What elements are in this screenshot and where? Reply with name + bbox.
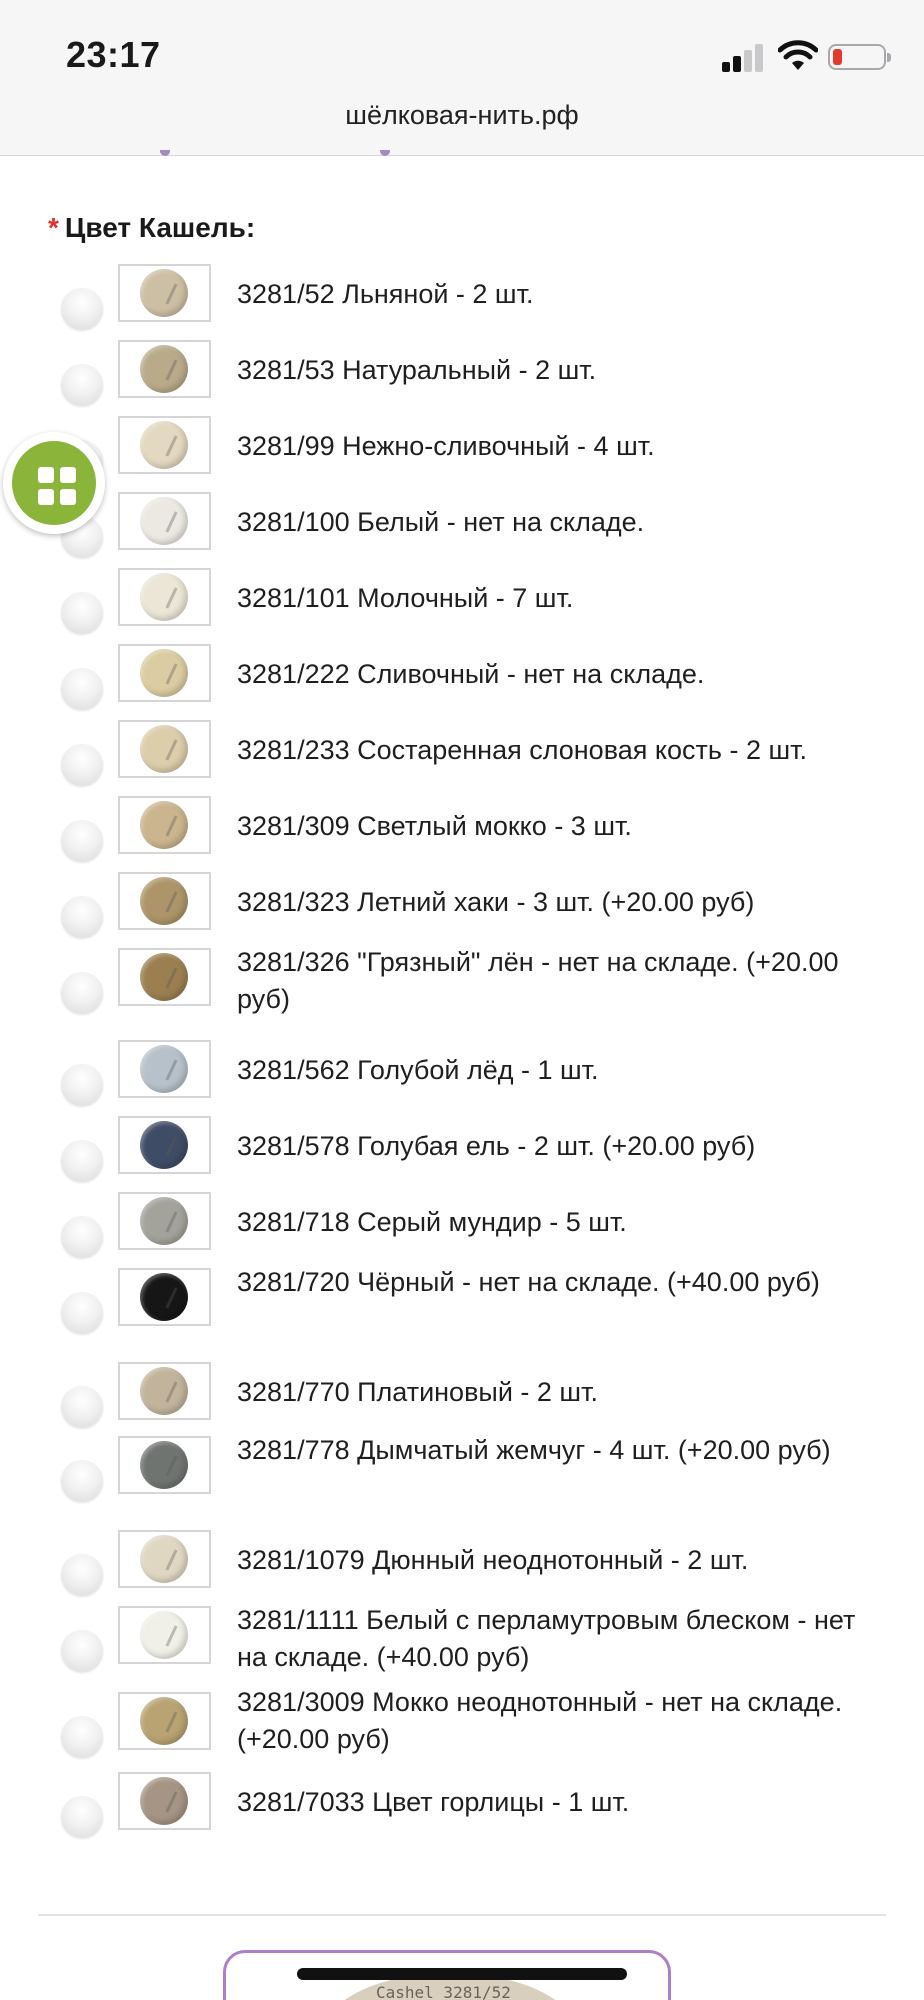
yarn-color-swatch: [140, 1121, 188, 1169]
url-text: шёлковая-нить.рф: [345, 100, 579, 130]
color-option-radio[interactable]: [61, 1554, 103, 1596]
color-option-radio[interactable]: [61, 592, 103, 634]
color-swatch-thumbnail[interactable]: [118, 796, 211, 854]
color-option-label: 3281/1079 Дюнный неоднотонный - 2 шт.: [237, 1545, 749, 1575]
section-divider: [38, 1914, 886, 1916]
color-swatch-thumbnail[interactable]: [118, 644, 211, 702]
yarn-color-swatch: [140, 497, 188, 545]
color-option-radio[interactable]: [61, 1064, 103, 1106]
color-option-label: 3281/233 Состаренная слоновая кость - 2 …: [237, 735, 807, 765]
color-swatch-thumbnail[interactable]: [118, 720, 211, 778]
yarn-color-swatch: [140, 801, 188, 849]
color-option-label: 3281/7033 Цвет горлицы - 1 шт.: [237, 1787, 630, 1817]
yarn-color-swatch: [140, 1045, 188, 1093]
address-bar[interactable]: шёлковая-нить.рф: [0, 100, 924, 156]
color-option-radio[interactable]: [61, 1630, 103, 1672]
yarn-color-swatch: [140, 345, 188, 393]
yarn-color-swatch: [140, 1367, 188, 1415]
yarn-color-swatch: [140, 1197, 188, 1245]
color-option-radio[interactable]: [61, 288, 103, 330]
yarn-color-swatch: [140, 649, 188, 697]
color-swatch-thumbnail[interactable]: [118, 872, 211, 930]
color-swatch-thumbnail[interactable]: [118, 1192, 211, 1250]
yarn-color-swatch: [140, 877, 188, 925]
color-option-label: 3281/1111 Белый с перламутровым блеском …: [237, 1605, 856, 1672]
color-swatch-thumbnail[interactable]: [118, 340, 211, 398]
color-swatch-thumbnail[interactable]: [118, 264, 211, 322]
color-option-label: 3281/718 Серый мундир - 5 шт.: [237, 1207, 627, 1237]
yarn-color-swatch: [140, 573, 188, 621]
status-bar: 23:17: [0, 0, 924, 100]
color-swatch-thumbnail[interactable]: [118, 1268, 211, 1326]
color-option-label: 3281/100 Белый - нет на складе.: [237, 507, 645, 537]
color-option-label: 3281/3009 Мокко неоднотонный - нет на ск…: [237, 1687, 843, 1754]
cellular-signal-icon: [722, 42, 766, 72]
color-option-radio[interactable]: [61, 1386, 103, 1428]
yarn-color-swatch: [140, 1273, 188, 1321]
color-option-label: 3281/52 Льняной - 2 шт.: [237, 279, 534, 309]
floating-menu-button[interactable]: [3, 432, 105, 534]
color-swatch-thumbnail[interactable]: [118, 1692, 211, 1750]
color-option-radio[interactable]: [61, 1140, 103, 1182]
color-option-label: 3281/326 "Грязный" лён - нет на складе. …: [237, 947, 839, 1014]
yarn-color-swatch: [140, 1777, 188, 1825]
color-swatch-thumbnail[interactable]: [118, 1040, 211, 1098]
option-group-label: * Цвет Кашель:: [48, 212, 255, 244]
color-option-radio[interactable]: [61, 1292, 103, 1334]
yarn-color-swatch: [140, 725, 188, 773]
color-swatch-thumbnail[interactable]: [118, 1362, 211, 1420]
color-swatch-thumbnail[interactable]: [118, 1530, 211, 1588]
product-preview-caption: Cashel 3281/52: [376, 1983, 511, 2000]
yarn-color-swatch: [140, 1441, 188, 1489]
option-group-title: Цвет Кашель:: [64, 212, 256, 243]
color-option-label: 3281/101 Молочный - 7 шт.: [237, 583, 574, 613]
color-option-label: 3281/309 Светлый мокко - 3 шт.: [237, 811, 632, 841]
color-swatch-thumbnail[interactable]: [118, 1436, 211, 1494]
color-swatch-thumbnail[interactable]: [118, 492, 211, 550]
color-option-label: 3281/222 Сливочный - нет на складе.: [237, 659, 705, 689]
menu-button-circle: [9, 438, 99, 528]
battery-icon: [828, 44, 891, 70]
color-option-label: 3281/562 Голубой лёд - 1 шт.: [237, 1055, 599, 1085]
color-option-radio[interactable]: [61, 744, 103, 786]
color-option-radio[interactable]: [61, 896, 103, 938]
yarn-color-swatch: [140, 421, 188, 469]
grid-icon: [38, 467, 76, 505]
yarn-color-swatch: [140, 953, 188, 1001]
color-option-label: 3281/770 Платиновый - 2 шт.: [237, 1377, 598, 1407]
color-option-radio[interactable]: [61, 1796, 103, 1838]
color-swatch-thumbnail[interactable]: [118, 948, 211, 1006]
color-option-label: 3281/720 Чёрный - нет на складе. (+40.00…: [237, 1267, 820, 1297]
wifi-icon: [778, 40, 818, 70]
yarn-color-swatch: [140, 1611, 188, 1659]
color-option-label: 3281/323 Летний хаки - 3 шт. (+20.00 руб…: [237, 887, 755, 917]
clock: 23:17: [66, 34, 161, 75]
color-option-radio[interactable]: [61, 668, 103, 710]
color-swatch-thumbnail[interactable]: [118, 1606, 211, 1664]
home-indicator[interactable]: [297, 1968, 627, 1980]
color-option-radio[interactable]: [61, 820, 103, 862]
color-swatch-thumbnail[interactable]: [118, 1116, 211, 1174]
yarn-color-swatch: [140, 1535, 188, 1583]
color-option-label: 3281/778 Дымчатый жемчуг - 4 шт. (+20.00…: [237, 1435, 831, 1465]
color-option-label: 3281/53 Натуральный - 2 шт.: [237, 355, 597, 385]
yarn-color-swatch: [140, 269, 188, 317]
color-option-radio[interactable]: [61, 1716, 103, 1758]
color-option-label: 3281/99 Нежно-сливочный - 4 шт.: [237, 431, 655, 461]
required-asterisk: *: [48, 212, 59, 243]
color-swatch-thumbnail[interactable]: [118, 1772, 211, 1830]
color-option-radio[interactable]: [61, 1216, 103, 1258]
yarn-color-swatch: [140, 1697, 188, 1745]
color-swatch-thumbnail[interactable]: [118, 568, 211, 626]
color-option-label: 3281/578 Голубая ель - 2 шт. (+20.00 руб…: [237, 1131, 756, 1161]
battery-level: [833, 49, 842, 65]
color-option-radio[interactable]: [61, 364, 103, 406]
color-option-radio[interactable]: [61, 1460, 103, 1502]
color-option-radio[interactable]: [61, 972, 103, 1014]
color-swatch-thumbnail[interactable]: [118, 416, 211, 474]
